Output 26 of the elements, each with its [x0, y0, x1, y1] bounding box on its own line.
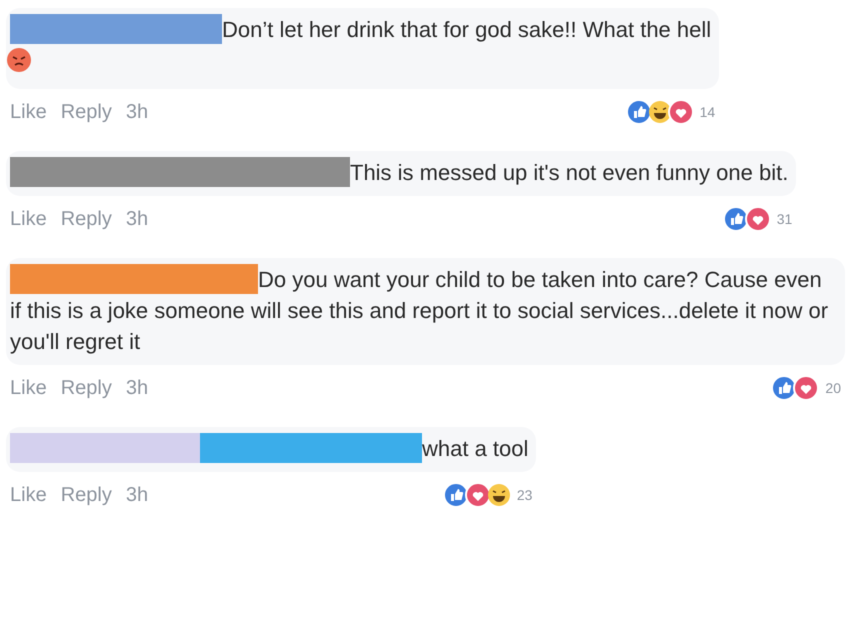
reply-link[interactable]: Reply [60, 484, 112, 506]
like-link[interactable]: Like [10, 376, 47, 400]
like-link[interactable]: Like [10, 484, 47, 506]
timestamp: 3h [126, 376, 148, 400]
reaction-count: 31 [776, 211, 792, 227]
like-icon [626, 99, 652, 125]
like-icon [722, 206, 749, 232]
comment-text: Do you want your child to be taken into care? Cause even if this is a joke someone will see this and report it to social services...delete it now or you'll regret it [10, 267, 828, 354]
comment-text: what a tool [422, 436, 528, 461]
laughing-emoji-icon [486, 483, 511, 507]
reaction-count: 14 [700, 104, 716, 120]
angry-emoji-icon [6, 47, 32, 73]
reply-link[interactable]: Reply [60, 208, 112, 230]
reaction-count: 20 [825, 380, 841, 396]
like-icon [442, 482, 469, 508]
reaction-count: 23 [516, 487, 532, 503]
comment-text: This is messed up it's not even funny one bit. [350, 160, 788, 185]
laughing-emoji-icon [648, 100, 672, 124]
comment-text: Don’t let her drink that for god sake!! What the hell [222, 17, 712, 42]
like-link[interactable]: Like [10, 100, 47, 124]
timestamp: 3h [126, 208, 148, 230]
reply-link[interactable]: Reply [60, 376, 112, 400]
like-link[interactable]: Like [10, 208, 47, 230]
timestamp: 3h [126, 484, 148, 506]
timestamp: 3h [126, 100, 148, 124]
reply-link[interactable]: Reply [60, 100, 112, 124]
